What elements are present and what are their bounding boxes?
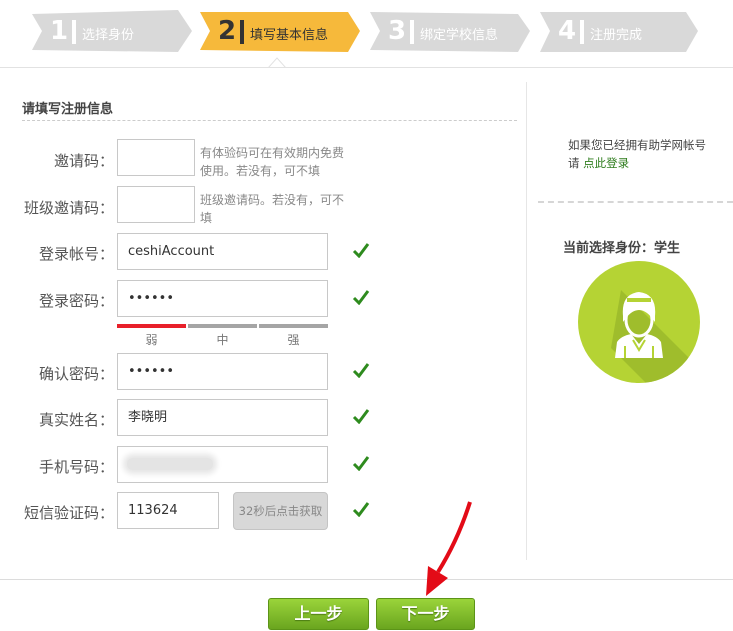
account-valid-check-icon <box>352 243 370 258</box>
step-4-divider <box>580 20 584 44</box>
phone-label: 手机号码： <box>38 458 114 476</box>
sms-code-input[interactable]: 113624 <box>117 492 219 529</box>
get-sms-code-button[interactable]: 32秒后点击获取 <box>233 492 328 530</box>
step-4-number: 4 <box>558 16 576 46</box>
password-input[interactable]: •••••• <box>117 280 328 317</box>
phone-redacted-blur <box>127 458 213 470</box>
form-section-title: 请填写注册信息 <box>22 102 114 117</box>
step-4-label: 注册完成 <box>590 28 643 43</box>
password-label: 登录密码： <box>38 292 114 310</box>
step-3: 3 绑定学校信息 <box>368 8 532 54</box>
step-2: 2 填写基本信息 <box>198 8 362 54</box>
strength-medium-bar <box>188 324 257 328</box>
real-name-valid-check-icon <box>352 409 370 424</box>
real-name-label: 真实姓名： <box>38 411 114 429</box>
panel-divider <box>526 82 527 560</box>
please-text: 请 <box>568 156 580 170</box>
step-1: 1 选择身份 <box>30 8 194 54</box>
strength-medium-label: 中 <box>216 333 229 347</box>
step-1-label: 选择身份 <box>82 28 135 43</box>
phone-valid-check-icon <box>352 456 370 471</box>
step-3-label: 绑定学校信息 <box>420 28 499 43</box>
existing-account-notice: 如果您已经拥有助学网帐号 请 点此登录 <box>568 136 706 172</box>
step-1-divider <box>72 20 76 44</box>
step-progress-bar: 1 选择身份 2 填写基本信息 3 绑定学校信息 4 注册完成 <box>0 0 733 68</box>
class-invite-code-input[interactable] <box>117 186 195 223</box>
step-1-number: 1 <box>50 16 68 46</box>
strength-strong-bar <box>259 324 328 328</box>
real-name-input[interactable]: 李晓明 <box>117 399 328 436</box>
red-arrow-annotation-icon <box>426 501 472 596</box>
prev-step-button[interactable]: 上一步 <box>268 598 369 630</box>
strength-strong-label: 强 <box>287 333 300 347</box>
existing-account-text: 如果您已经拥有助学网帐号 <box>568 138 706 152</box>
class-invite-code-hint: 班级邀请码。若没有，可不填 <box>200 193 345 225</box>
next-step-button[interactable]: 下一步 <box>376 598 475 630</box>
step-2-label: 填写基本信息 <box>250 28 329 43</box>
account-input[interactable]: ceshiAccount <box>117 233 328 270</box>
sms-code-label: 短信验证码： <box>23 504 114 522</box>
student-avatar-icon <box>578 261 700 383</box>
steps-divider-line <box>0 67 733 68</box>
form-title-divider <box>22 120 517 121</box>
step-3-divider <box>410 20 414 44</box>
password-valid-check-icon <box>352 290 370 305</box>
invite-code-input[interactable] <box>117 139 195 176</box>
invite-code-label: 邀请码： <box>53 152 114 170</box>
sms-code-valid-check-icon <box>352 502 370 517</box>
confirm-password-input[interactable]: •••••• <box>117 353 328 390</box>
step-2-divider <box>240 20 244 44</box>
class-invite-code-label: 班级邀请码： <box>23 199 114 217</box>
invite-code-hint: 有体验码可在有效期内免费使用。若没有，可不填 <box>200 146 345 178</box>
login-link[interactable]: 点此登录 <box>583 156 629 170</box>
footer-divider <box>0 579 733 580</box>
confirm-password-valid-check-icon <box>352 363 370 378</box>
current-role-text: 当前选择身份：学生 <box>563 241 681 256</box>
account-label: 登录帐号： <box>38 245 114 263</box>
strength-weak-label: 弱 <box>145 333 158 347</box>
step-2-number: 2 <box>218 16 236 46</box>
confirm-password-label: 确认密码： <box>38 365 114 383</box>
step-3-number: 3 <box>388 16 406 46</box>
right-panel-divider <box>538 201 733 203</box>
strength-weak-bar <box>117 324 186 328</box>
step-4: 4 注册完成 <box>538 8 702 54</box>
